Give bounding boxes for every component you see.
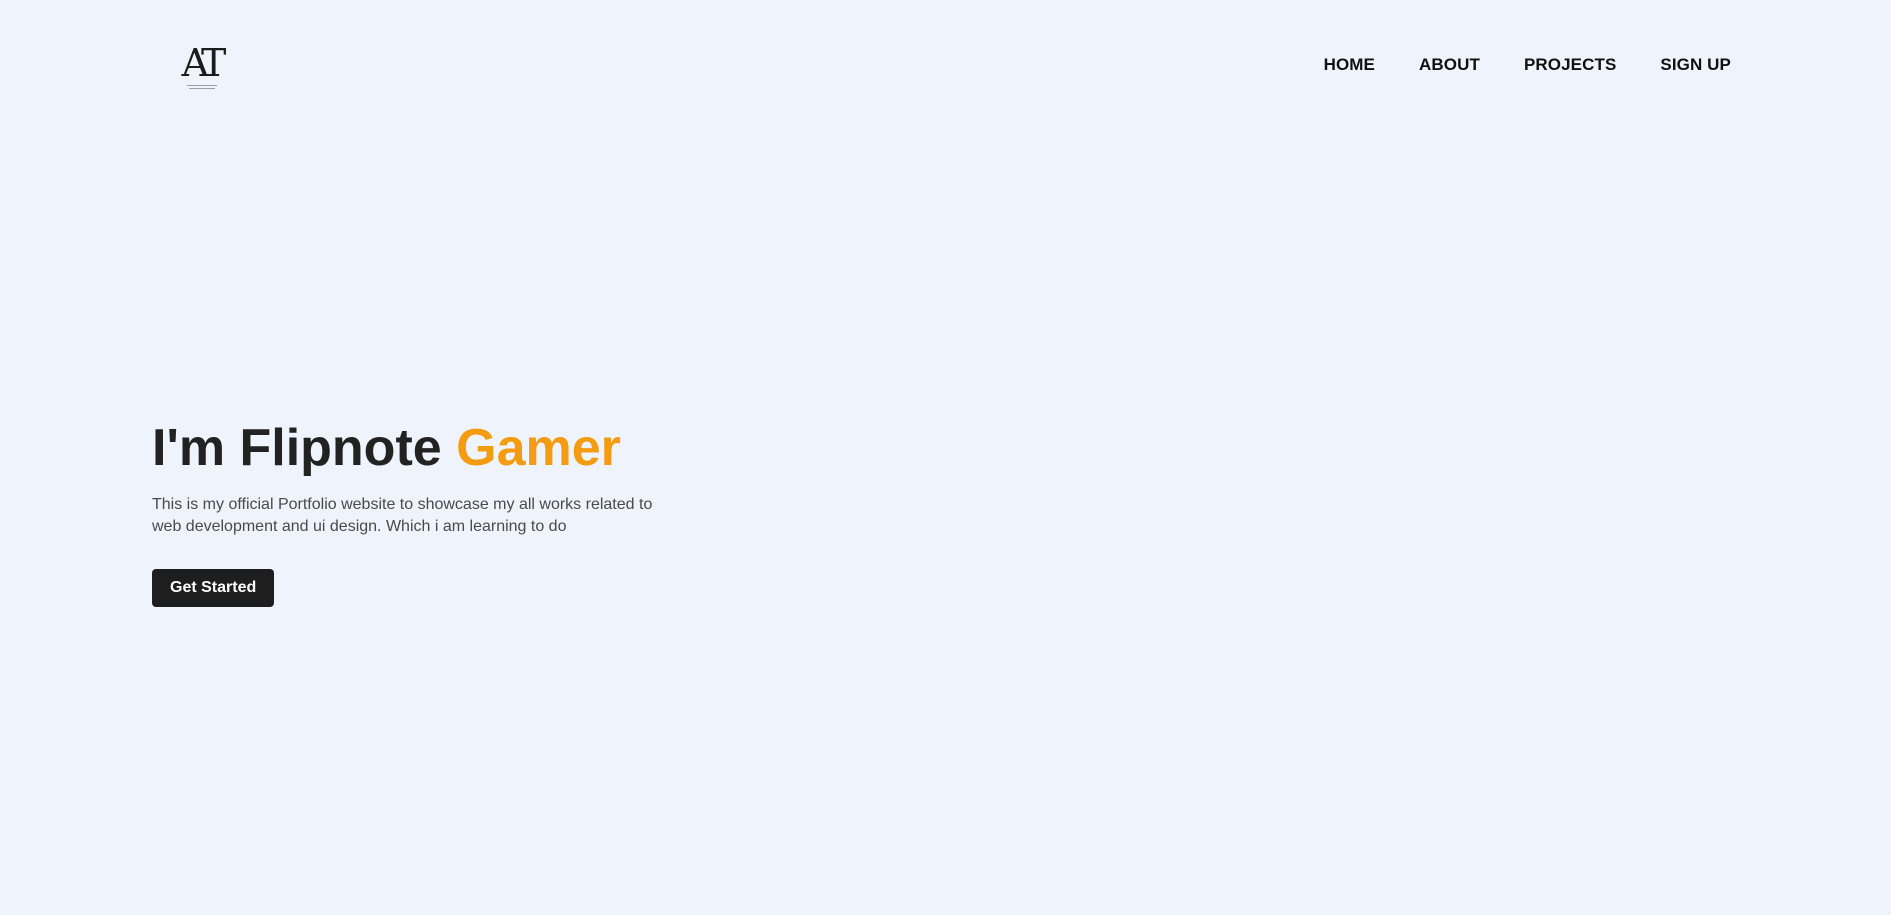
hero-title-prefix: I'm Flipnote (152, 419, 457, 477)
logo-subtext-line (187, 85, 217, 86)
main-nav: HOME ABOUT PROJECTS SIGN UP (1324, 53, 1731, 77)
nav-sign-up-link[interactable]: SIGN UP (1660, 53, 1731, 77)
page: AT HOME ABOUT PROJECTS SIGN UP I'm Flipn… (0, 0, 1891, 915)
site-logo[interactable]: AT (174, 42, 228, 94)
logo-subtext-lines (180, 85, 224, 91)
get-started-button[interactable]: Get Started (152, 569, 275, 607)
site-header: AT HOME ABOUT PROJECTS SIGN UP (0, 0, 1891, 130)
nav-projects-link[interactable]: PROJECTS (1524, 53, 1616, 77)
logo-monogram: AT (181, 41, 227, 85)
nav-about-link[interactable]: ABOUT (1419, 53, 1480, 77)
nav-home-link[interactable]: HOME (1324, 53, 1375, 77)
logo-subtext-line (189, 88, 215, 89)
hero-title: I'm Flipnote Gamer (152, 416, 852, 480)
hero-section: I'm Flipnote Gamer This is my official P… (152, 416, 852, 607)
hero-description: This is my official Portfolio website to… (152, 496, 653, 535)
hero-title-accent: Gamer (456, 419, 621, 477)
